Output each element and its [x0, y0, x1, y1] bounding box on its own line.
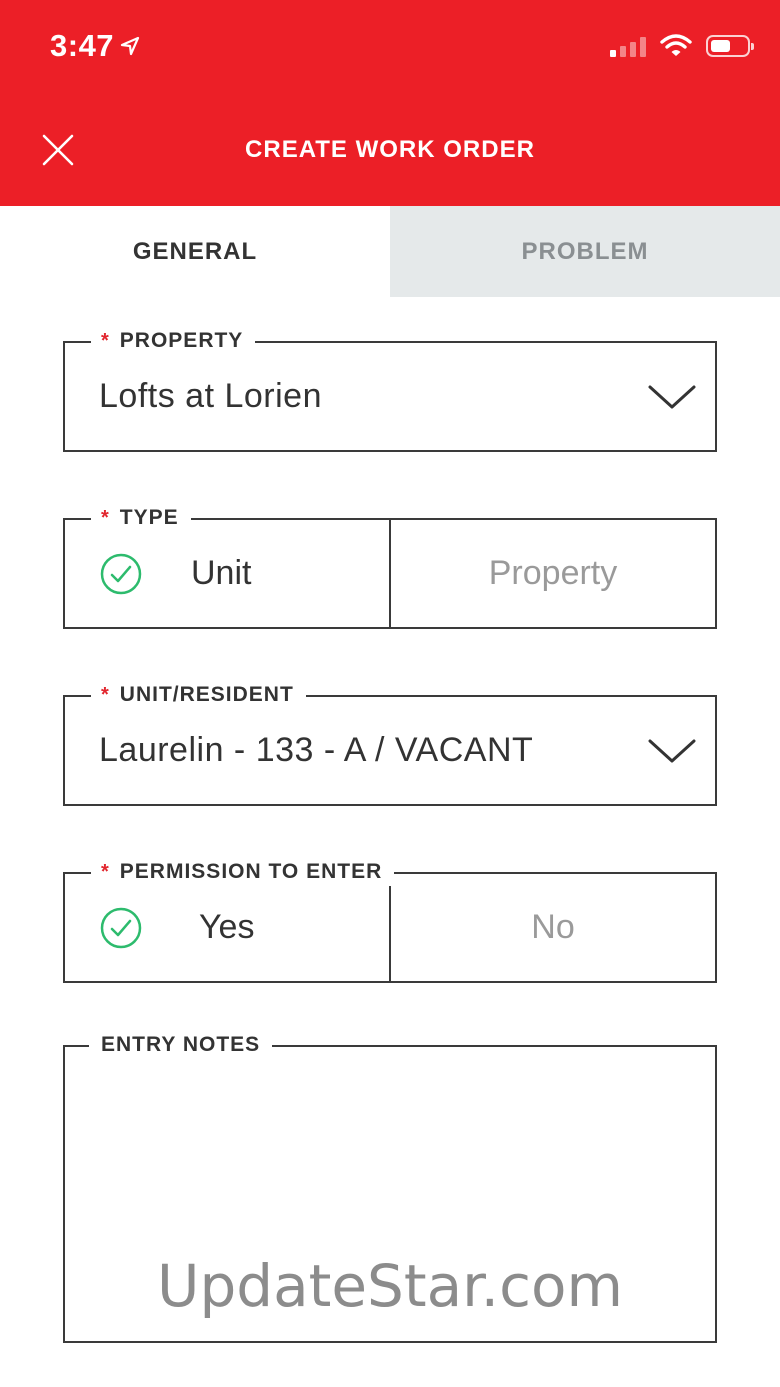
type-option-unit-label: Unit: [191, 554, 252, 592]
permission-label-text: PERMISSION TO ENTER: [119, 860, 383, 883]
unit-resident-select[interactable]: * UNIT/RESIDENT Laurelin - 133 - A / VAC…: [63, 681, 717, 806]
entry-notes-field-label: ENTRY NOTES: [89, 1031, 273, 1059]
unit-resident-value: Laurelin - 133 - A / VACANT: [99, 731, 534, 769]
required-asterisk: *: [101, 861, 110, 883]
type-option-unit[interactable]: Unit: [65, 520, 389, 627]
permission-option-no-label: No: [531, 908, 575, 946]
cellular-signal-icon: [610, 35, 646, 57]
permission-option-yes[interactable]: Yes: [65, 874, 389, 981]
permission-toggle-group: * PERMISSION TO ENTER Yes No: [63, 858, 717, 983]
entry-notes-label-text: ENTRY NOTES: [101, 1033, 261, 1056]
tab-general[interactable]: GENERAL: [0, 206, 390, 297]
battery-level: [711, 40, 730, 52]
permission-field-label: * PERMISSION TO ENTER: [91, 858, 395, 886]
page-title: CREATE WORK ORDER: [245, 136, 535, 163]
app-header: 3:47 CREATE WORK ORDER: [0, 0, 780, 206]
wifi-icon: [660, 34, 692, 56]
tab-bar: GENERAL PROBLEM: [0, 206, 780, 297]
status-bar-time: 3:47: [50, 28, 140, 64]
type-option-property[interactable]: Property: [389, 520, 715, 627]
property-value: Lofts at Lorien: [99, 377, 322, 415]
type-option-property-label: Property: [488, 554, 618, 592]
required-asterisk: *: [101, 507, 110, 529]
tab-problem[interactable]: PROBLEM: [390, 206, 780, 297]
type-label-text: TYPE: [119, 506, 179, 529]
clock-text: 3:47: [50, 28, 115, 63]
chevron-down-icon: [648, 739, 696, 762]
type-toggle-group: * TYPE Unit Property: [63, 504, 717, 629]
chevron-down-icon: [648, 385, 696, 408]
permission-option-no[interactable]: No: [389, 874, 715, 981]
check-circle-icon: [100, 907, 142, 948]
battery-icon: [706, 35, 754, 57]
check-circle-icon: [100, 553, 142, 594]
property-select[interactable]: * PROPERTY Lofts at Lorien: [63, 327, 717, 452]
permission-option-yes-label: Yes: [199, 908, 255, 946]
status-bar-indicators: [610, 34, 754, 58]
location-arrow-icon: [120, 36, 140, 56]
watermark-text: UpdateStar.com: [157, 1252, 623, 1320]
type-field-label: * TYPE: [91, 504, 191, 532]
